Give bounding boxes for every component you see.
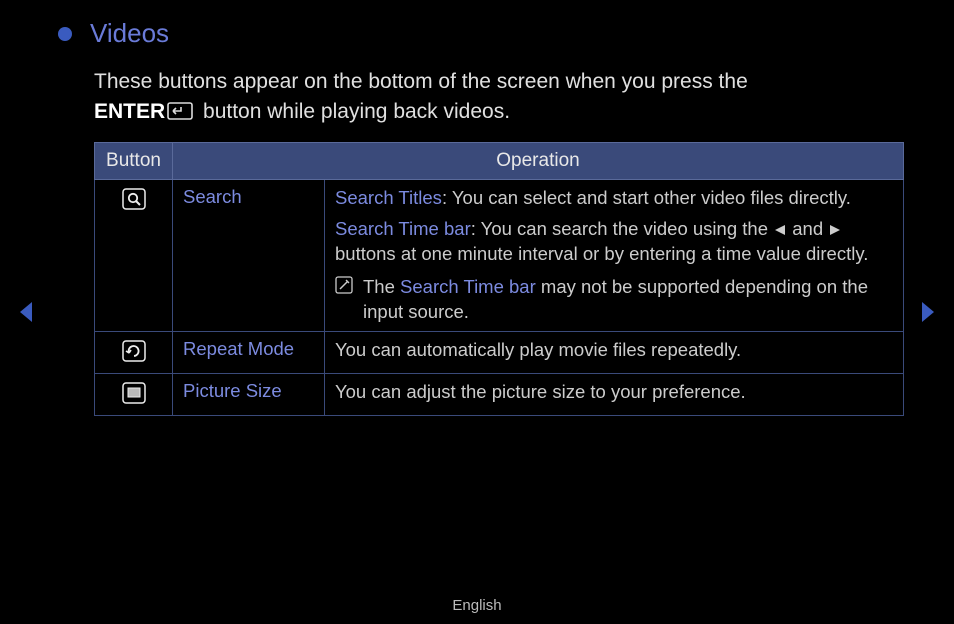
note-icon bbox=[335, 276, 353, 325]
button-name: Repeat Mode bbox=[173, 331, 325, 373]
intro-line2: button while playing back videos. bbox=[197, 100, 510, 123]
operation-cell: You can adjust the picture size to your … bbox=[325, 373, 904, 415]
enter-label: ENTER bbox=[94, 100, 165, 123]
col-header-operation: Operation bbox=[173, 142, 904, 179]
operation-cell: Search Titles: You can select and start … bbox=[325, 179, 904, 331]
repeat-icon bbox=[95, 331, 173, 373]
col-header-button: Button bbox=[95, 142, 173, 179]
operation-cell: You can automatically play movie files r… bbox=[325, 331, 904, 373]
intro-text: These buttons appear on the bottom of th… bbox=[94, 67, 904, 130]
nav-prev-button[interactable] bbox=[16, 300, 36, 329]
page-title: Videos bbox=[90, 18, 169, 49]
table-row: Repeat ModeYou can automatically play mo… bbox=[95, 331, 904, 373]
picsize-icon bbox=[95, 373, 173, 415]
intro-line1: These buttons appear on the bottom of th… bbox=[94, 70, 748, 93]
table-row: SearchSearch Titles: You can select and … bbox=[95, 179, 904, 331]
button-name: Picture Size bbox=[173, 373, 325, 415]
footer-language: English bbox=[0, 597, 954, 614]
nav-next-button[interactable] bbox=[918, 300, 938, 329]
search-icon bbox=[95, 179, 173, 331]
bullet-icon bbox=[58, 27, 72, 41]
table-row: Picture SizeYou can adjust the picture s… bbox=[95, 373, 904, 415]
title-row: Videos bbox=[58, 18, 904, 49]
button-name: Search bbox=[173, 179, 325, 331]
enter-icon bbox=[167, 99, 193, 129]
operations-table: Button Operation SearchSearch Titles: Yo… bbox=[94, 142, 904, 416]
operations-table-wrap: Button Operation SearchSearch Titles: Yo… bbox=[94, 142, 904, 416]
